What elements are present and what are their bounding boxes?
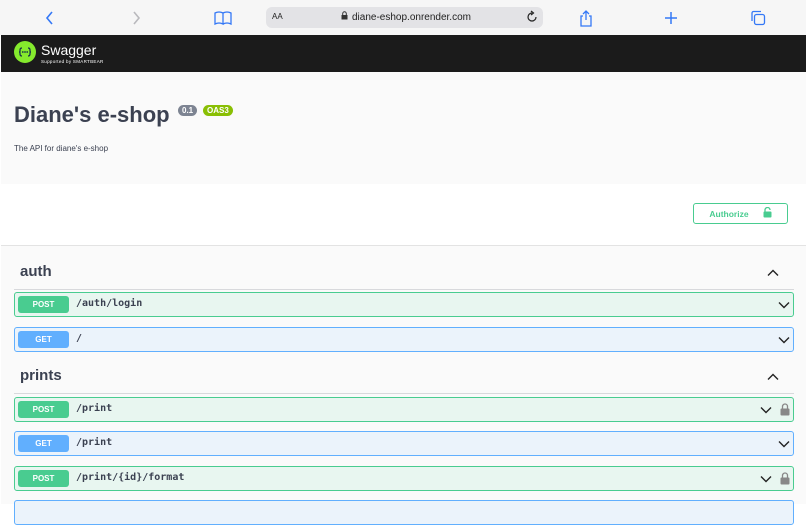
tag-title: auth xyxy=(20,263,52,280)
tag-title: prints xyxy=(20,367,62,384)
method-badge: POST xyxy=(18,401,69,418)
operation-path: /print/{id}/format xyxy=(76,472,185,483)
method-badge: POST xyxy=(18,296,69,313)
browser-toolbar: AA diane-eshop.onrender.com xyxy=(0,0,806,35)
swagger-logo-icon[interactable] xyxy=(14,41,36,63)
chevron-down-icon[interactable] xyxy=(759,472,773,486)
operation-path: / xyxy=(76,333,83,344)
chevron-down-icon[interactable] xyxy=(777,333,791,347)
operation-get-print[interactable]: GET /print xyxy=(14,431,794,456)
oas-badge: OAS3 xyxy=(203,105,233,116)
page-title: Diane's e-shop xyxy=(14,102,170,127)
address-bar[interactable]: AA diane-eshop.onrender.com xyxy=(266,7,543,28)
lock-icon[interactable] xyxy=(780,403,790,416)
forward-icon[interactable] xyxy=(126,8,146,28)
method-badge: GET xyxy=(18,331,69,348)
lock-icon[interactable] xyxy=(780,472,790,485)
share-icon[interactable] xyxy=(576,8,596,28)
api-description: The API for diane's e-shop xyxy=(14,144,109,153)
swagger-subbrand: Supported by SMARTBEAR xyxy=(41,59,104,64)
authorize-label: Authorize xyxy=(709,208,749,219)
chevron-up-icon[interactable] xyxy=(766,370,780,384)
authorize-button[interactable]: Authorize xyxy=(693,203,788,224)
tabs-icon[interactable] xyxy=(748,8,768,28)
operation-path: /auth/login xyxy=(76,298,143,309)
swagger-brand: Swagger xyxy=(41,42,97,58)
operation-post-print[interactable]: POST /print xyxy=(14,397,794,422)
back-icon[interactable] xyxy=(40,8,60,28)
tag-section-auth[interactable]: auth xyxy=(14,263,794,290)
operations-content: auth POST /auth/login GET / prints POST … xyxy=(1,246,806,525)
bookmarks-icon[interactable] xyxy=(213,8,233,28)
operation-path: /print xyxy=(76,403,113,414)
operation-path: /print xyxy=(76,437,113,448)
method-badge: GET xyxy=(18,435,69,452)
swagger-topbar: Swagger Supported by SMARTBEAR xyxy=(1,35,806,72)
chevron-down-icon[interactable] xyxy=(777,437,791,451)
lock-icon xyxy=(341,11,348,23)
operation-post-auth-login[interactable]: POST /auth/login xyxy=(14,292,794,317)
scheme-container: Authorize xyxy=(1,184,806,246)
text-size-button[interactable]: AA xyxy=(272,12,283,21)
chevron-up-icon[interactable] xyxy=(766,266,780,280)
tag-section-prints[interactable]: prints xyxy=(14,367,794,394)
method-badge: POST xyxy=(18,470,69,487)
unlocked-icon xyxy=(763,206,772,220)
chevron-down-icon[interactable] xyxy=(759,403,773,417)
chevron-down-icon[interactable] xyxy=(777,298,791,312)
reload-icon[interactable] xyxy=(525,10,539,24)
version-badge: 0.1 xyxy=(178,105,198,116)
operation-get-root[interactable]: GET / xyxy=(14,327,794,352)
new-tab-icon[interactable] xyxy=(661,8,681,28)
url-text: diane-eshop.onrender.com xyxy=(352,11,471,23)
api-info: Diane's e-shop 0.1 OAS3 The API for dian… xyxy=(1,72,806,184)
operation-post-print-format[interactable]: POST /print/{id}/format xyxy=(14,466,794,491)
